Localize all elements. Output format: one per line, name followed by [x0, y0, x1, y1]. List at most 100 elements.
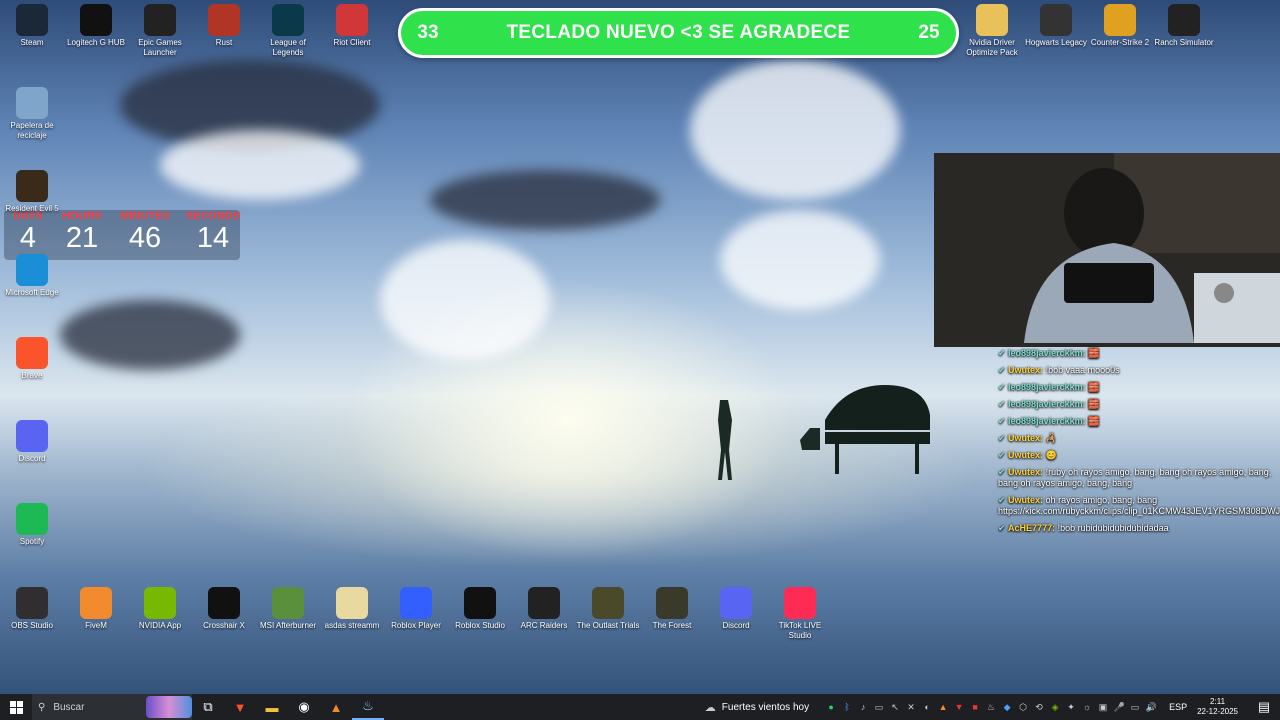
task-view-icon: ⧉	[203, 699, 213, 714]
tray-app-icon[interactable]: ⬡	[1016, 700, 1030, 714]
search-box[interactable]: ⚲ Buscar	[32, 694, 192, 720]
desktop-icon-21[interactable]: asdas streamm	[320, 587, 384, 631]
tray-app-icon[interactable]: ♨	[984, 700, 998, 714]
badge-icon: ✔	[998, 416, 1009, 426]
tray-app-icon[interactable]: ◆	[1000, 700, 1014, 714]
desktop-icon-24[interactable]: ARC Raiders	[512, 587, 576, 631]
taskbar-obs[interactable]: ◉	[288, 694, 320, 720]
chat-username[interactable]: Uwutex:	[1008, 450, 1043, 460]
desktop-icon-26[interactable]: The Forest	[640, 587, 704, 631]
chat-text: 🧱	[1088, 382, 1100, 392]
desktop-icon-8[interactable]: Counter-Strike 2	[1088, 4, 1152, 48]
chat-username[interactable]: leo898javierckkm:	[1008, 416, 1086, 426]
tray-app-icon[interactable]: ⟲	[1032, 700, 1046, 714]
tray-app-icon[interactable]: ◈	[1048, 700, 1062, 714]
desktop-icon-25[interactable]: The Outlast Trials	[576, 587, 640, 631]
nvidia-icon	[144, 587, 176, 619]
taskbar-brave[interactable]: ▼	[224, 694, 256, 720]
desktop-icon-28[interactable]: TikTok LIVE Studio	[768, 587, 832, 641]
desktop-icon-0[interactable]: Steam	[0, 4, 64, 48]
desktop-icon-label: Resident Evil 5	[5, 204, 59, 213]
desktop-icon-27[interactable]: Discord	[704, 587, 768, 631]
taskbar-file-explorer[interactable]: ▬	[256, 694, 288, 720]
chat-username[interactable]: leo898javierckkm:	[1008, 348, 1086, 358]
discord-icon	[720, 587, 752, 619]
desktop-icon-13[interactable]: Brave	[0, 337, 64, 381]
desktop-icon-23[interactable]: Roblox Studio	[448, 587, 512, 631]
desktop-icon-label: MSI Afterburner	[259, 621, 317, 630]
tray-app-icon[interactable]: ▲	[936, 700, 950, 714]
chat-username[interactable]: leo898javierckkm:	[1008, 382, 1086, 392]
volume-icon[interactable]: ♪	[856, 700, 870, 714]
desktop-icon-16[interactable]: OBS Studio	[0, 587, 64, 631]
desktop-icon-19[interactable]: Crosshair X	[192, 587, 256, 631]
desktop-icon-label: ARC Raiders	[520, 621, 568, 630]
chat-username[interactable]: Uwutex:	[1008, 467, 1043, 477]
tray-app-icon[interactable]: ◐	[920, 700, 934, 714]
roblox-studio-icon	[464, 587, 496, 619]
taskbar-steam[interactable]: ♨	[352, 694, 384, 720]
task-view-button[interactable]: ⧉	[192, 694, 224, 720]
chat-username[interactable]: AcHE7777:	[1008, 523, 1055, 533]
desktop-icon-4[interactable]: League of Legends	[256, 4, 320, 58]
taskbar-fivem[interactable]: ▲	[320, 694, 352, 720]
desktop-icon-6[interactable]: Nvidia Driver Optimize Pack	[960, 4, 1024, 58]
desktop-icon-7[interactable]: Hogwarts Legacy	[1024, 4, 1088, 48]
desktop-icon-label: Papelera de reciclaje	[10, 121, 54, 140]
language-indicator[interactable]: ESP	[1169, 702, 1187, 712]
hours-value: 21	[65, 222, 99, 254]
desktop-icon-11[interactable]: Resident Evil 5	[0, 170, 64, 214]
chat-username[interactable]: Uwutex:	[1008, 365, 1043, 375]
desktop-icon-label: Logitech G HUB	[67, 38, 125, 47]
chat-message: ✔ leo898javierckkm: 🧱	[998, 399, 1280, 410]
tray-app-icon[interactable]: ✦	[1064, 700, 1078, 714]
notifications-button[interactable]: ▤	[1248, 694, 1280, 720]
chat-username[interactable]: Uwutex:	[1008, 433, 1043, 443]
banner-right-count: 25	[918, 22, 940, 43]
desktop-icon-20[interactable]: MSI Afterburner	[256, 587, 320, 631]
folder-icon	[976, 4, 1008, 36]
tray-app-icon[interactable]: ▼	[952, 700, 966, 714]
minutes-label: MINUTES	[120, 210, 170, 222]
desktop-icon-14[interactable]: Discord	[0, 420, 64, 464]
tray-app-icon[interactable]: ✕	[904, 700, 918, 714]
clock-time: 2:11	[1210, 697, 1226, 706]
desktop-icon-label: Riot Client	[333, 38, 371, 47]
weather-text[interactable]: Fuertes vientos hoy	[722, 702, 809, 713]
desktop-icon-label: Epic Games Launcher	[138, 38, 182, 57]
desktop-icon-9[interactable]: Ranch Simulator	[1152, 4, 1216, 48]
desktop-icon-5[interactable]: Riot Client	[320, 4, 384, 48]
microphone-icon[interactable]: 🎤	[1112, 700, 1126, 714]
seconds-label: SECONDS	[185, 210, 241, 222]
desktop-icon-label: The Outlast Trials	[576, 621, 640, 630]
desktop-icon-label: FiveM	[85, 621, 107, 630]
tray-app-icon[interactable]: ■	[968, 700, 982, 714]
chat-username[interactable]: leo898javierckkm:	[1008, 399, 1086, 409]
desktop-icon-3[interactable]: Rust	[192, 4, 256, 48]
badge-icon: ✔	[998, 433, 1009, 443]
display-icon[interactable]: ▭	[872, 700, 886, 714]
desktop-icon-10[interactable]: Papelera de reciclaje	[0, 87, 64, 141]
tray-app-icon[interactable]: ☼	[1080, 700, 1094, 714]
obs-icon: ◉	[298, 699, 310, 714]
clock[interactable]: 2:11 22-12-2025	[1197, 697, 1238, 717]
chat-username[interactable]: Uwutex:	[1008, 495, 1043, 505]
bluetooth-icon[interactable]: ᛒ	[840, 700, 854, 714]
brave-icon	[16, 337, 48, 369]
desktop-icon-label: asdas streamm	[324, 621, 380, 630]
desktop-icon-12[interactable]: Microsoft Edge	[0, 254, 64, 298]
network-icon[interactable]: ▭	[1128, 700, 1142, 714]
afterburner-icon	[272, 587, 304, 619]
desktop-icon-15[interactable]: Spotify	[0, 503, 64, 547]
start-button[interactable]	[0, 694, 32, 720]
chat-text: 😊	[1045, 450, 1057, 460]
desktop-icon-2[interactable]: Epic Games Launcher	[128, 4, 192, 58]
desktop-icon-18[interactable]: NVIDIA App	[128, 587, 192, 631]
tray-app-icon[interactable]: ▣	[1096, 700, 1110, 714]
chat-text: 🧱	[1088, 348, 1100, 358]
whatsapp-icon[interactable]: ●	[824, 700, 838, 714]
desktop-icon-17[interactable]: FiveM	[64, 587, 128, 631]
speaker-icon[interactable]: 🔊	[1144, 700, 1158, 714]
desktop-icon-1[interactable]: Logitech G HUB	[64, 4, 128, 48]
desktop-icon-22[interactable]: Roblox Player	[384, 587, 448, 631]
